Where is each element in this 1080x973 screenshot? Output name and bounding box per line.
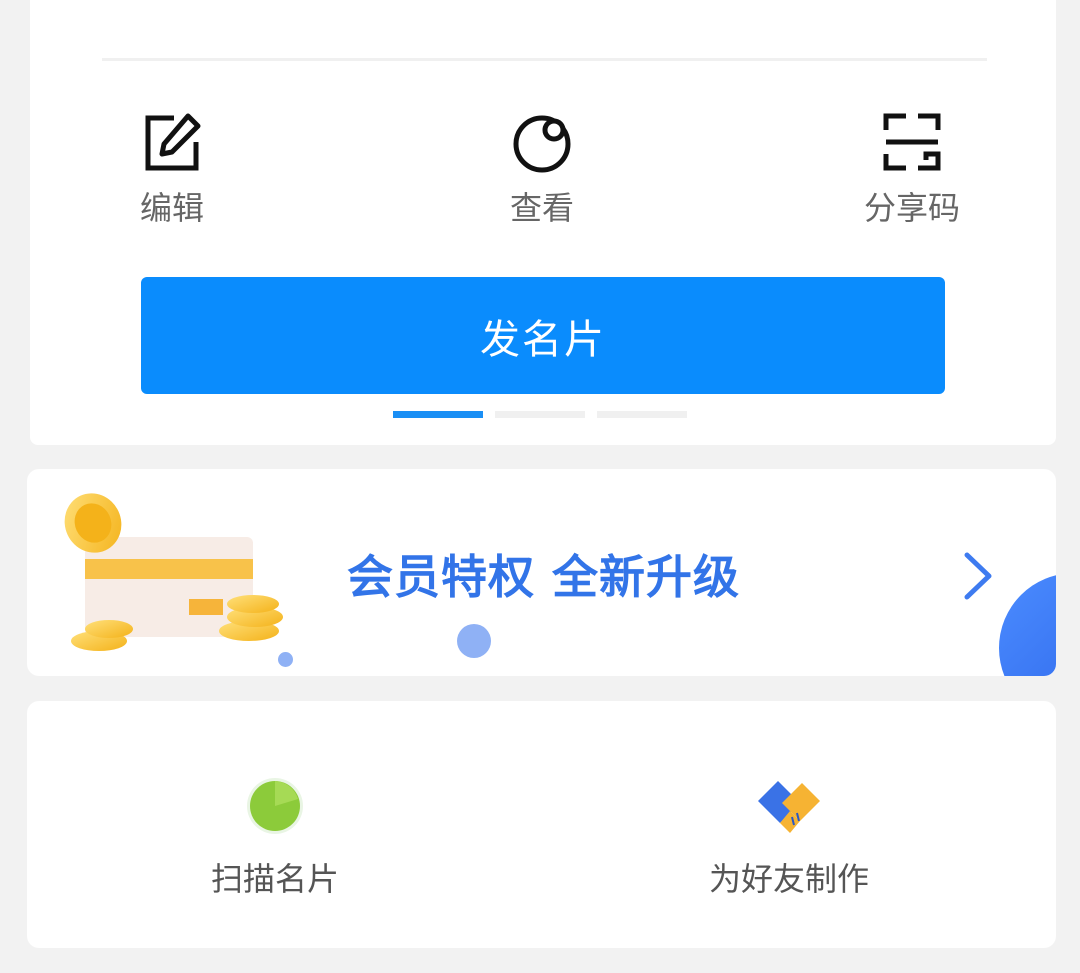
make-for-friend-label: 为好友制作 <box>708 860 869 898</box>
divider <box>102 58 987 61</box>
decor-blob <box>999 573 1056 676</box>
pager-dot-active[interactable] <box>393 411 483 418</box>
tools-panel: 扫描名片 为好友制作 <box>27 701 1056 948</box>
view-icon <box>510 110 574 174</box>
vip-banner[interactable]: 会员特权 全新升级 <box>27 469 1056 676</box>
pager-dot[interactable] <box>495 411 585 418</box>
chevron-right-icon[interactable] <box>961 551 995 601</box>
pager-dot[interactable] <box>597 411 687 418</box>
decor-bubble <box>457 624 491 658</box>
scan-card-label: 扫描名片 <box>210 860 339 898</box>
share-code-action[interactable]: 分享码 <box>832 110 992 228</box>
edit-label: 编辑 <box>139 189 204 227</box>
coins-card-illustration <box>57 489 297 659</box>
scan-card-tool[interactable]: 扫描名片 <box>145 771 405 899</box>
share-code-label: 分享码 <box>863 189 960 227</box>
view-label: 查看 <box>509 189 574 227</box>
edit-icon <box>140 110 204 174</box>
view-action[interactable]: 查看 <box>462 110 622 228</box>
scan-icon <box>240 771 310 841</box>
qr-code-icon <box>880 110 944 174</box>
handshake-icon <box>754 771 824 841</box>
send-card-button[interactable]: 发名片 <box>141 277 945 394</box>
edit-action[interactable]: 编辑 <box>92 110 252 228</box>
vip-banner-text: 会员特权 全新升级 <box>347 550 741 604</box>
card-actions-panel: 编辑 查看 分享码 发名片 <box>30 0 1056 445</box>
decor-bubble <box>278 652 293 667</box>
make-for-friend-tool[interactable]: 为好友制作 <box>659 771 919 899</box>
